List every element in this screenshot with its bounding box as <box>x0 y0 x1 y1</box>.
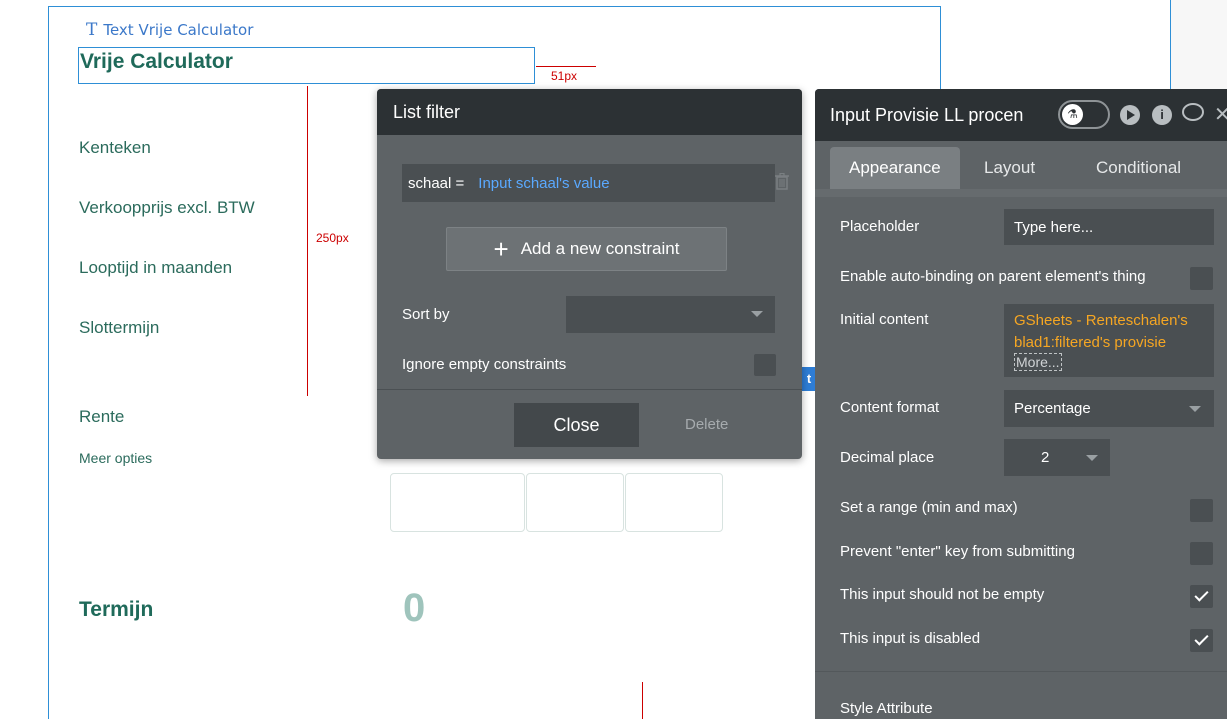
sort-by-label: Sort by <box>402 306 450 323</box>
sort-by-dropdown[interactable] <box>566 296 775 333</box>
initial-content-label: Initial content <box>840 311 929 328</box>
chevron-down-icon <box>1086 455 1098 461</box>
decimal-place-value: 2 <box>1041 449 1050 466</box>
flask-icon: ⚗ <box>1062 104 1083 125</box>
prevent-enter-label: Prevent "enter" key from submitting <box>840 543 1075 560</box>
element-type-label: T Text Vrije Calculator <box>86 20 253 40</box>
content-format-dropdown[interactable]: Percentage <box>1004 390 1214 427</box>
range-label: Set a range (min and max) <box>840 499 1018 516</box>
more-link[interactable]: More... <box>1014 353 1062 371</box>
disabled-label: This input is disabled <box>840 630 981 647</box>
decimal-place-label: Decimal place <box>840 449 935 466</box>
text-element-icon: T <box>86 20 98 40</box>
debug-toggle[interactable]: ⚗ <box>1058 100 1110 129</box>
not-empty-label: This input should not be empty <box>840 586 1045 603</box>
property-editor-title: Input Provisie LL procen <box>830 104 1024 125</box>
plus-icon: + <box>493 234 509 264</box>
placeholder-input[interactable]: Type here... <box>1004 209 1214 245</box>
element-label-text: Text Vrije Calculator <box>103 21 254 39</box>
placeholder-label: Placeholder <box>840 218 920 235</box>
play-icon[interactable] <box>1120 105 1140 125</box>
property-editor-divider <box>815 671 1227 672</box>
auto-binding-label: Enable auto-binding on parent element's … <box>840 268 1146 285</box>
tab-layout[interactable]: Layout <box>984 147 1035 189</box>
distance-guide-vertical <box>307 86 308 396</box>
distance-guide-bottom <box>642 682 643 719</box>
page-title[interactable]: Vrije Calculator <box>80 50 233 74</box>
not-empty-checkbox[interactable] <box>1190 585 1213 608</box>
close-icon[interactable]: ✕ <box>1214 102 1227 127</box>
tab-appearance[interactable]: Appearance <box>830 147 960 189</box>
input-cell-2[interactable] <box>526 473 624 532</box>
content-format-value: Percentage <box>1014 400 1091 417</box>
decimal-place-dropdown[interactable]: 2 <box>1004 439 1110 476</box>
ignore-empty-label: Ignore empty constraints <box>402 356 567 373</box>
add-constraint-label: Add a new constraint <box>520 239 680 258</box>
field-label-rente[interactable]: Rente <box>79 407 124 427</box>
property-editor-panel: Input Provisie LL procen ⚗ i ✕ Appearanc… <box>815 89 1227 719</box>
prevent-enter-checkbox[interactable] <box>1190 542 1213 565</box>
property-tabs: Appearance <box>830 147 960 189</box>
chevron-down-icon <box>1189 406 1201 412</box>
style-attribute-label: Style Attribute <box>840 700 933 717</box>
list-filter-title: List filter <box>393 101 461 122</box>
chevron-down-icon <box>751 311 763 317</box>
tab-conditional[interactable]: Conditional <box>1096 147 1181 189</box>
distance-label-vertical: 250px <box>316 231 349 245</box>
list-filter-divider <box>377 389 802 390</box>
ignore-empty-checkbox[interactable] <box>754 354 776 376</box>
add-constraint-button[interactable]: + Add a new constraint <box>446 227 727 271</box>
info-icon[interactable]: i <box>1152 105 1172 125</box>
property-editor-header[interactable]: Input Provisie LL procen ⚗ i ✕ <box>815 89 1227 141</box>
initial-content-expression[interactable]: GSheets - Renteschalen's blad1:filtered'… <box>1014 310 1204 354</box>
content-format-label: Content format <box>840 399 940 416</box>
field-label-looptijd[interactable]: Looptijd in maanden <box>79 258 232 278</box>
disabled-checkbox[interactable] <box>1190 629 1213 652</box>
auto-binding-checkbox[interactable] <box>1190 267 1213 290</box>
range-checkbox[interactable] <box>1190 499 1213 522</box>
list-filter-popup: List filter schaal = Input schaal's valu… <box>377 89 802 459</box>
delete-button[interactable]: Delete <box>685 416 728 433</box>
trash-icon[interactable] <box>775 172 789 195</box>
constraint-row[interactable]: schaal = Input schaal's value <box>402 164 775 202</box>
distance-label-horizontal: 51px <box>551 69 578 83</box>
initial-content-input[interactable]: GSheets - Renteschalen's blad1:filtered'… <box>1004 304 1214 377</box>
comment-icon[interactable] <box>1182 103 1204 121</box>
editor-root: T Text Vrije Calculator Vrije Calculator… <box>0 0 1227 719</box>
close-button[interactable]: Close <box>514 403 639 447</box>
input-cell-1[interactable] <box>390 473 525 532</box>
list-filter-header[interactable]: List filter <box>377 89 802 135</box>
tab-underline-bar <box>815 189 1227 197</box>
field-label-kenteken[interactable]: Kenteken <box>79 138 151 158</box>
distance-guide-horizontal <box>536 66 596 67</box>
more-options-link[interactable]: Meer opties <box>79 450 152 466</box>
field-label-verkoopprijs[interactable]: Verkoopprijs excl. BTW <box>79 198 255 218</box>
canvas-side-region <box>1170 0 1227 90</box>
term-value[interactable]: 0 <box>403 586 425 631</box>
term-label[interactable]: Termijn <box>79 598 153 622</box>
input-cell-3[interactable] <box>625 473 723 532</box>
field-label-slottermijn[interactable]: Slottermijn <box>79 318 159 338</box>
constraint-key[interactable]: schaal = <box>408 175 464 192</box>
constraint-value[interactable]: Input schaal's value <box>478 175 609 192</box>
